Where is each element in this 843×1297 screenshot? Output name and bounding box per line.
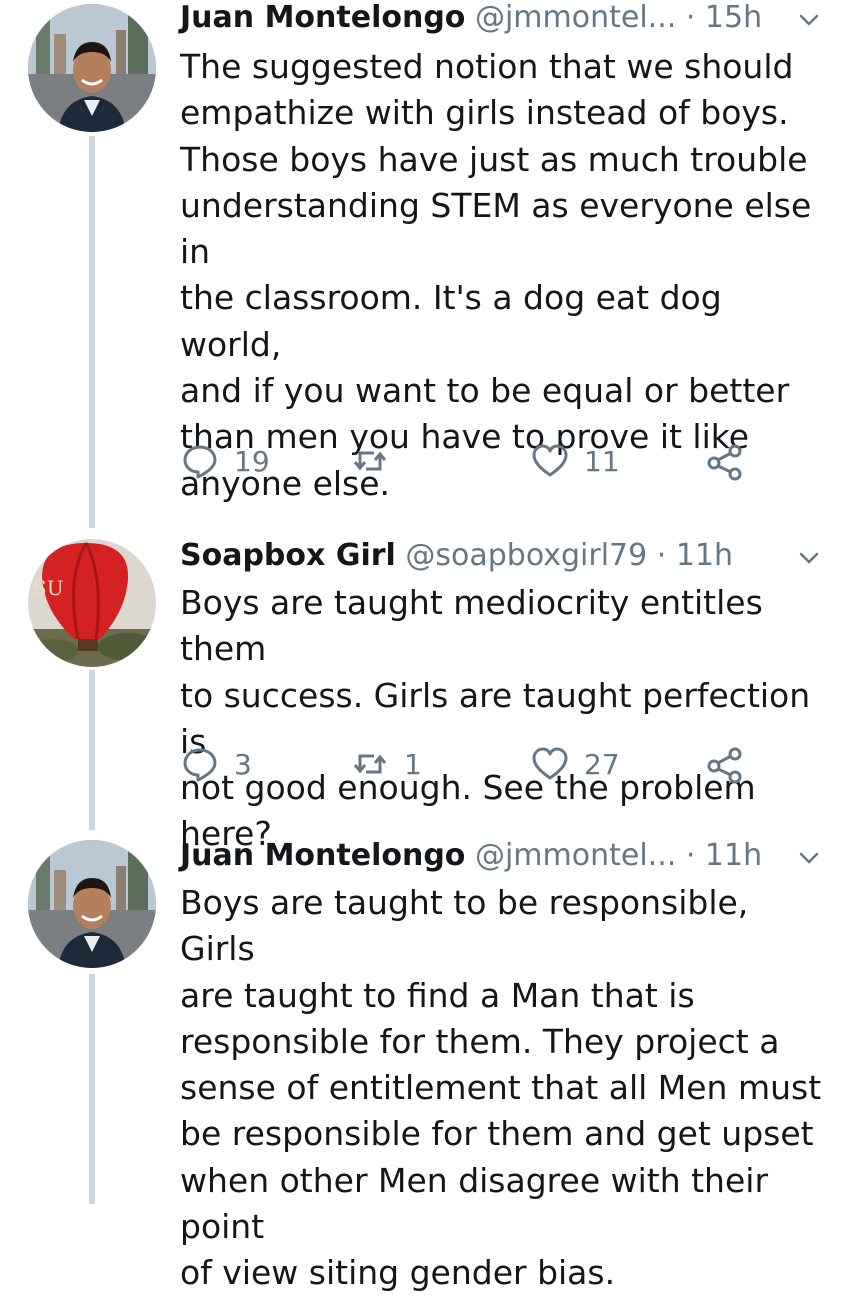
tweet-text: Boys are taught to be responsible, Girls… — [180, 880, 830, 1297]
avatar[interactable]: SU — [28, 539, 156, 667]
text-line: and if you want to be equal or better — [180, 371, 790, 411]
thread-line — [89, 974, 95, 1204]
text-line: be responsible for them and get upset — [180, 1114, 814, 1154]
text-line: empathize with girls instead of boys. — [180, 93, 789, 133]
text-line: The suggested notion that we should — [180, 47, 794, 86]
speech-bubble-icon — [183, 748, 217, 782]
display-name[interactable]: Soapbox Girl — [180, 538, 396, 573]
text-line: understanding STEM as everyone else in — [180, 185, 812, 272]
text-line: Boys are taught mediocrity entitles them — [180, 583, 763, 669]
timestamp[interactable]: · 15h — [686, 0, 762, 35]
user-handle[interactable]: @jmmontel... — [475, 0, 676, 35]
text-line: the classroom. It's a dog eat dog world, — [180, 278, 722, 364]
like-button[interactable]: 11 — [530, 437, 620, 485]
tweet-header: Juan Montelongo @jmmontel... · 15h — [180, 0, 823, 40]
heart-icon — [532, 747, 568, 780]
reply-count: 3 — [234, 747, 252, 781]
chevron-down-icon[interactable] — [795, 544, 823, 572]
chevron-down-icon[interactable] — [795, 6, 823, 34]
like-button[interactable]: 27 — [530, 740, 620, 788]
timestamp[interactable]: · 11h — [686, 838, 762, 873]
tweet-text: Boys are taught mediocrity entitles them… — [180, 580, 830, 858]
retweet-icon — [353, 451, 387, 471]
tweet-header: Soapbox Girl @soapboxgirl79 · 11h — [180, 534, 823, 578]
reply-count: 19 — [234, 444, 270, 478]
text-line: sense of entitlement that all Men must — [180, 1068, 822, 1108]
share-button[interactable] — [705, 437, 745, 485]
user-handle[interactable]: @soapboxgirl79 — [405, 538, 647, 573]
retweet-icon — [353, 754, 387, 774]
display-name[interactable]: Juan Montelongo — [180, 838, 465, 873]
like-count: 11 — [584, 444, 620, 478]
man-portrait-image — [28, 840, 156, 968]
share-icon — [707, 444, 742, 481]
like-count: 27 — [584, 747, 620, 781]
chevron-down-icon[interactable] — [795, 844, 823, 872]
thread-line — [89, 136, 95, 528]
reply-button[interactable]: 19 — [180, 437, 270, 485]
retweet-button[interactable]: 1 — [350, 740, 422, 788]
hot-air-balloon-image: SU — [28, 539, 156, 667]
reply-button[interactable]: 3 — [180, 740, 252, 788]
retweet-count: 1 — [404, 747, 422, 781]
text-line: responsible for them. They project a — [180, 1021, 780, 1061]
share-icon — [707, 747, 742, 784]
action-bar: 19 11 — [180, 437, 760, 485]
display-name[interactable]: Juan Montelongo — [180, 0, 465, 35]
text-line: Those boys have just as much trouble — [180, 139, 808, 179]
text-line: are taught to find a Man that is — [180, 975, 695, 1015]
thread-line — [89, 670, 95, 830]
retweet-button[interactable] — [350, 437, 390, 485]
man-portrait-image — [28, 4, 156, 132]
tweet-header: Juan Montelongo @jmmontel... · 11h — [180, 834, 823, 878]
timestamp[interactable]: · 11h — [657, 538, 733, 573]
speech-bubble-icon — [183, 445, 217, 479]
text-line: of view siting gender bias. — [180, 1253, 616, 1293]
text-line: when other Men disagree with their point — [180, 1160, 769, 1247]
avatar[interactable] — [28, 4, 156, 132]
share-button[interactable] — [705, 740, 745, 788]
text-line: Boys are taught to be responsible, Girls — [180, 883, 749, 969]
balloon-lettering: SU — [33, 576, 64, 600]
heart-icon — [532, 444, 568, 477]
action-bar: 3 1 27 — [180, 740, 760, 788]
user-handle[interactable]: @jmmontel... — [475, 838, 676, 873]
avatar[interactable] — [28, 840, 156, 968]
